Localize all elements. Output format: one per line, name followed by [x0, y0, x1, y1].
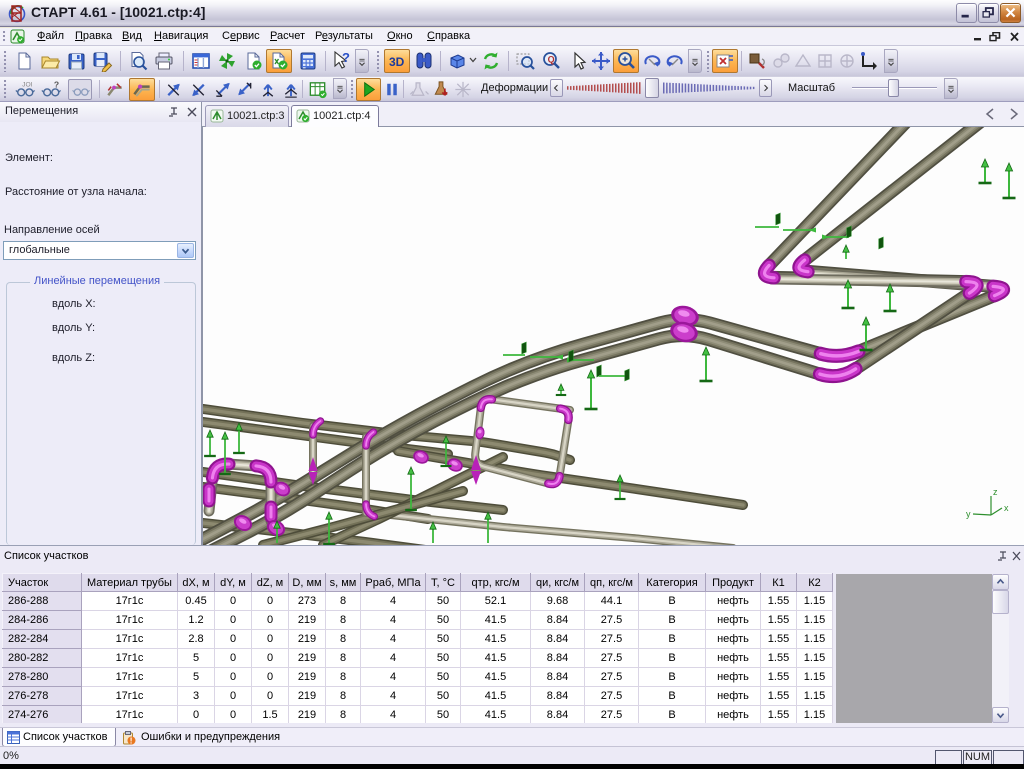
svg-text:Q: Q — [548, 55, 555, 65]
svg-text:x: x — [1004, 503, 1009, 513]
svg-text:z: z — [993, 487, 998, 497]
svg-text:?: ? — [342, 50, 350, 65]
svg-text:y: y — [966, 509, 971, 519]
svg-text:!: ! — [130, 736, 133, 745]
svg-text:3D: 3D — [389, 55, 405, 69]
